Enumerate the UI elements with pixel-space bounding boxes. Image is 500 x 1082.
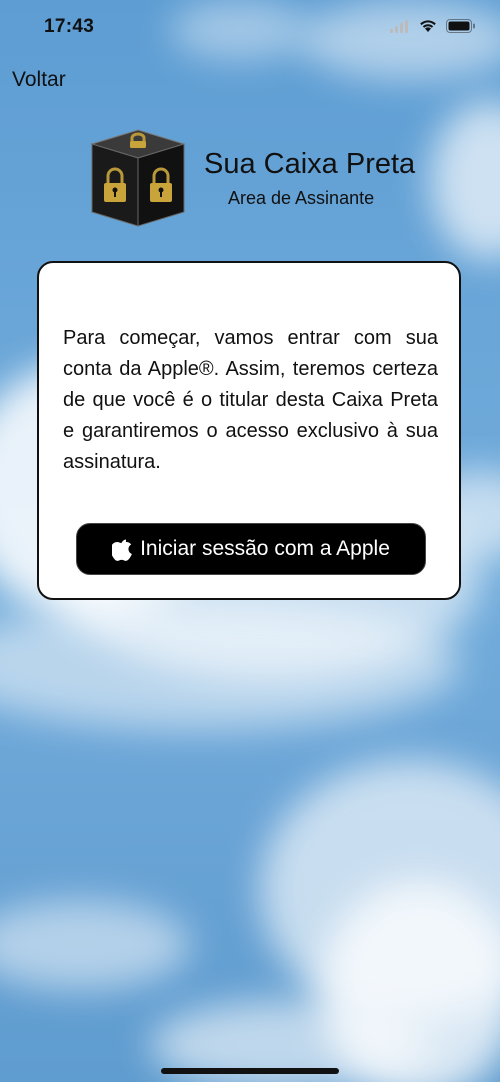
back-button[interactable]: Voltar <box>12 68 66 92</box>
app-title: Sua Caixa Preta <box>204 148 416 180</box>
battery-icon <box>446 18 476 38</box>
padlock-cube-logo <box>88 128 188 228</box>
status-bar: 17:43 <box>0 0 500 54</box>
sign-in-with-apple-button[interactable]: Iniciar sessão com a Apple <box>76 523 426 575</box>
sign-in-message: Para começar, vamos entrar com sua conta… <box>63 327 438 473</box>
status-time: 17:43 <box>44 16 95 37</box>
home-indicator <box>161 1068 339 1074</box>
apple-icon <box>112 537 132 561</box>
sign-in-card: Para começar, vamos entrar com sua conta… <box>37 261 461 600</box>
apple-button-label: Iniciar sessão com a Apple <box>140 537 390 560</box>
app-subtitle: Area de Assinante <box>228 188 375 208</box>
status-icons <box>390 18 476 38</box>
wifi-icon <box>418 18 438 38</box>
signal-icon <box>390 19 410 38</box>
